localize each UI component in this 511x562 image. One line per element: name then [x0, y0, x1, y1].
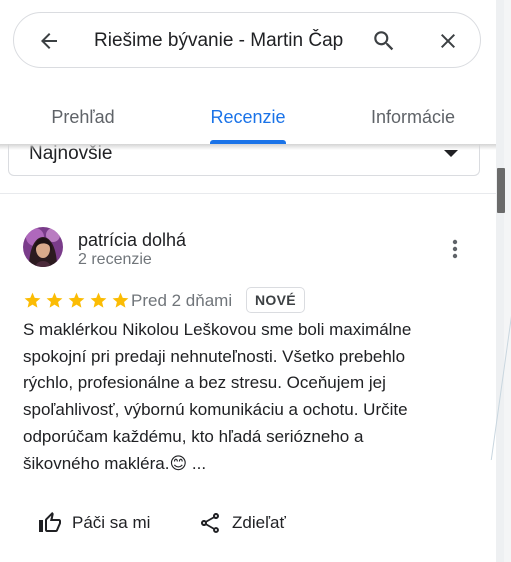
map-background — [504, 0, 511, 562]
review-date: Pred 2 dňami — [131, 291, 233, 310]
star-icon — [90, 292, 107, 308]
star-rating — [23, 291, 130, 311]
review-text-line: rýchlo, profesionálne a bez stresu. Oceň… — [23, 373, 386, 393]
avatar[interactable] — [23, 227, 63, 267]
share-button-label: Zdieľať — [232, 513, 286, 532]
reviewer-review-count: 2 recenzie — [78, 251, 152, 268]
map-edge — [490, 0, 511, 562]
tab-info[interactable]: Informácie — [354, 96, 472, 144]
dropdown-caret-icon — [444, 150, 458, 157]
divider — [0, 193, 496, 194]
tab-reviews[interactable]: Recenzie — [196, 96, 300, 144]
close-icon[interactable] — [436, 29, 460, 53]
share-icon — [201, 513, 219, 533]
tab-bar-shadow — [0, 144, 496, 150]
share-button[interactable]: Zdieľať — [198, 508, 286, 538]
more-vert-icon[interactable] — [446, 238, 464, 260]
reviewer-name[interactable]: patrícia dolhá — [78, 229, 186, 251]
reviews-panel: Riešime bývanie - Martin Čap Najnovšie P… — [0, 0, 496, 562]
review-text-line: S maklérkou Nikolou Leškovou sme boli ma… — [23, 320, 412, 339]
search-input[interactable]: Riešime bývanie - Martin Čap — [94, 29, 352, 53]
review-text-line[interactable]: šikovného makléra.😊 ... — [23, 451, 453, 478]
like-button-label: Páči sa mi — [72, 513, 151, 532]
thumb-up-icon — [39, 512, 61, 532]
like-button[interactable]: Páči sa mi — [38, 508, 150, 538]
star-icon — [24, 292, 41, 308]
scrollbar-thumb[interactable] — [497, 168, 505, 213]
review-text-line: spoľahlivosť, výbornú komunikáciu a ocho… — [23, 400, 408, 420]
review-text-line: spokojní pri predaji nehnuteľnosti. Všet… — [23, 346, 406, 366]
review-text: S maklérkou Nikolou Leškovou sme boli ma… — [23, 317, 453, 477]
back-arrow-icon[interactable] — [37, 29, 61, 53]
new-badge: NOVÉ — [246, 287, 305, 313]
star-icon — [112, 292, 129, 308]
search-icon[interactable] — [371, 28, 397, 54]
tab-bar: Prehľad Recenzie Informácie — [0, 96, 496, 144]
search-box[interactable]: Riešime bývanie - Martin Čap — [13, 12, 481, 68]
tab-overview[interactable]: Prehľad — [30, 96, 136, 144]
avatar-photo — [23, 227, 63, 267]
review-text-line: odporúčam každému, kto hľadá seriózneho … — [23, 426, 364, 446]
star-icon — [46, 292, 63, 308]
star-icon — [68, 292, 85, 308]
